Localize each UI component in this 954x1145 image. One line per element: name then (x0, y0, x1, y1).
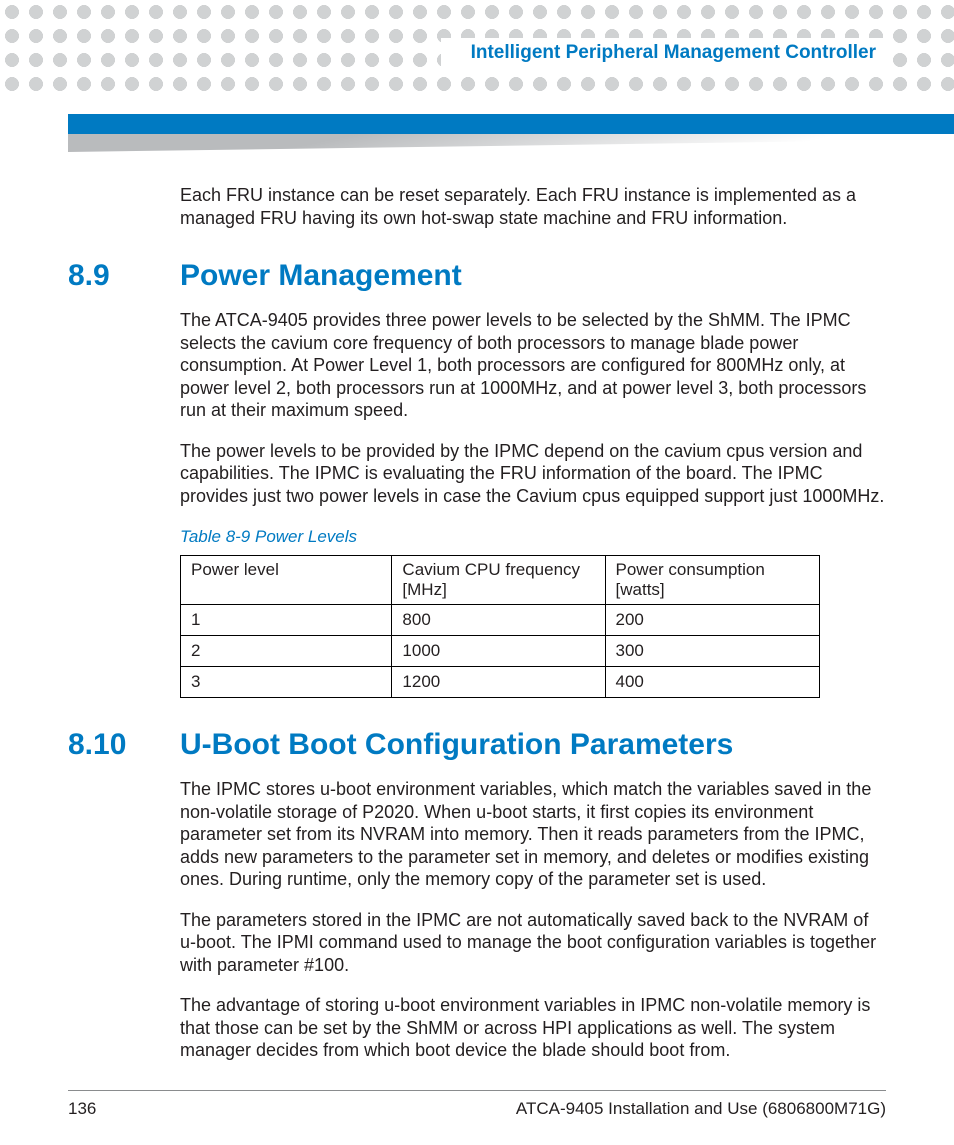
header-grey-wedge (68, 134, 954, 152)
table-cell: 200 (605, 605, 819, 636)
table-header-cell: Power consumption [watts] (605, 556, 819, 605)
section-8-10-p3: The advantage of storing u-boot environm… (180, 994, 886, 1062)
table-header-cell: Cavium CPU frequency [MHz] (392, 556, 605, 605)
running-header: Intelligent Peripheral Management Contro… (441, 38, 886, 68)
section-title: U-Boot Boot Configuration Parameters (180, 728, 733, 762)
section-8-10-heading: 8.10 U-Boot Boot Configuration Parameter… (68, 728, 886, 762)
table-cell: 3 (181, 667, 392, 698)
table-row: 1 800 200 (181, 605, 820, 636)
section-number: 8.9 (68, 259, 180, 293)
table-header-row: Power level Cavium CPU frequency [MHz] P… (181, 556, 820, 605)
document-reference: ATCA-9405 Installation and Use (6806800M… (516, 1099, 886, 1119)
page-footer: 136 ATCA-9405 Installation and Use (6806… (68, 1090, 886, 1119)
section-8-10-p1: The IPMC stores u-boot environment varia… (180, 778, 886, 891)
table-row: 3 1200 400 (181, 667, 820, 698)
section-number: 8.10 (68, 728, 180, 762)
table-cell: 2 (181, 636, 392, 667)
header-blue-bar (68, 114, 954, 134)
page-content: Each FRU instance can be reset separatel… (68, 184, 886, 1080)
section-8-10-p2: The parameters stored in the IPMC are no… (180, 909, 886, 977)
table-row: 2 1000 300 (181, 636, 820, 667)
table-cell: 1200 (392, 667, 605, 698)
table-cell: 800 (392, 605, 605, 636)
table-header-cell: Power level (181, 556, 392, 605)
table-cell: 1 (181, 605, 392, 636)
table-8-9-power-levels: Power level Cavium CPU frequency [MHz] P… (180, 555, 820, 698)
section-8-9-p2: The power levels to be provided by the I… (180, 440, 886, 508)
table-cell: 1000 (392, 636, 605, 667)
table-cell: 400 (605, 667, 819, 698)
page-number: 136 (68, 1099, 96, 1119)
intro-paragraph: Each FRU instance can be reset separatel… (180, 184, 886, 229)
section-8-9-p1: The ATCA-9405 provides three power level… (180, 309, 886, 422)
table-8-9-caption: Table 8-9 Power Levels (180, 527, 886, 547)
table-cell: 300 (605, 636, 819, 667)
section-title: Power Management (180, 259, 462, 293)
section-8-9-heading: 8.9 Power Management (68, 259, 886, 293)
